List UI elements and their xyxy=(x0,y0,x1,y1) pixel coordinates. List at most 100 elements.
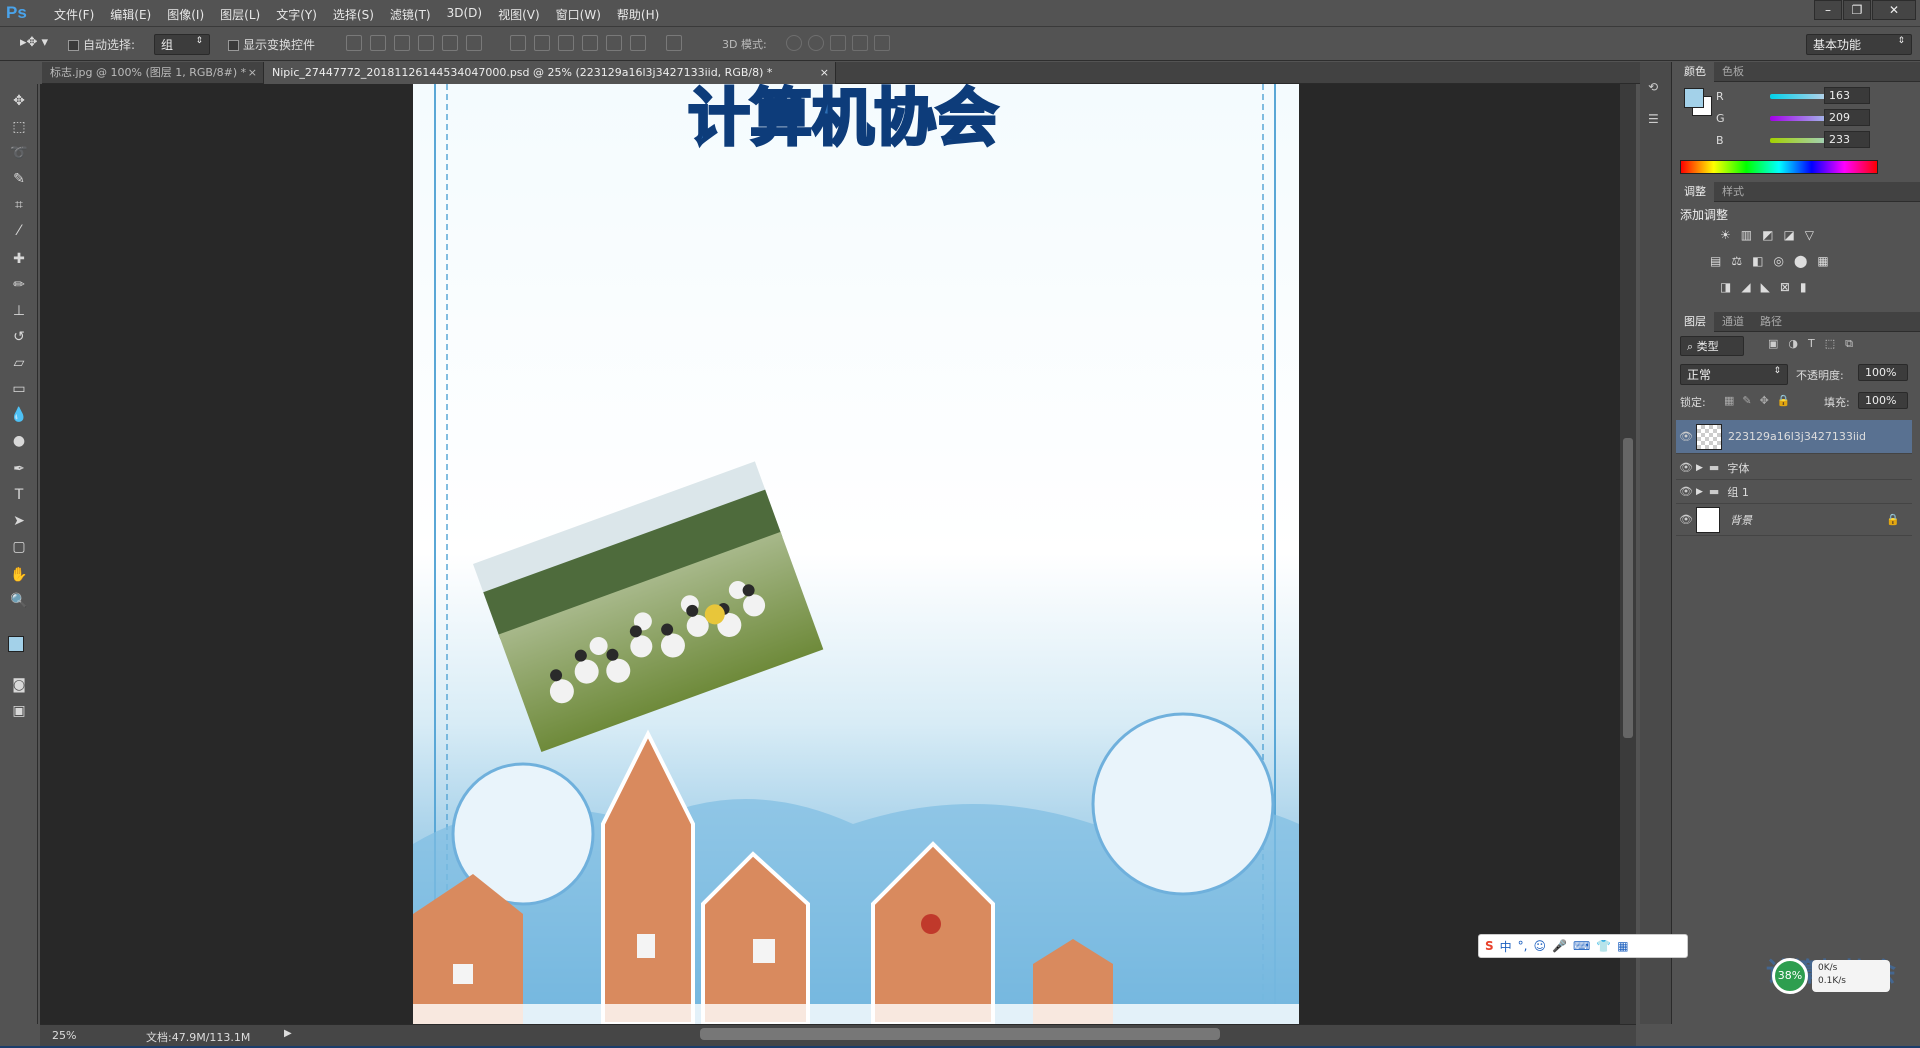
voice-icon[interactable]: 🎤 xyxy=(1552,939,1567,953)
visibility-eye-icon[interactable]: 👁 xyxy=(1676,513,1696,526)
blur-tool-icon[interactable]: 💧 xyxy=(7,404,31,426)
quick-mask-icon[interactable]: ◙ xyxy=(7,674,31,696)
gradient-tool-icon[interactable]: ▭ xyxy=(7,378,31,400)
blend-mode-dropdown[interactable]: 正常 ⇕ xyxy=(1680,364,1788,385)
memory-usage-badge[interactable]: 38% xyxy=(1772,958,1808,994)
toolbox-icon[interactable]: ▦ xyxy=(1617,939,1628,953)
brightness-icon[interactable]: ☀ xyxy=(1720,228,1731,242)
dodge-tool-icon[interactable]: ● xyxy=(7,430,31,452)
clone-stamp-tool-icon[interactable]: ⊥ xyxy=(7,300,31,322)
foreground-color-swatch[interactable] xyxy=(8,636,24,652)
menu-image[interactable]: 图像(I) xyxy=(159,6,212,23)
auto-select-dropdown[interactable]: 组 ⇕ xyxy=(154,34,210,55)
align-hcenter-icon[interactable] xyxy=(442,35,458,51)
type-filter-icon[interactable]: T xyxy=(1808,337,1815,351)
minimize-button[interactable]: – xyxy=(1814,0,1842,20)
eraser-tool-icon[interactable]: ▱ xyxy=(7,352,31,374)
tab-psd-document[interactable]: Nipic_27447772_20181126144534047000.psd … xyxy=(264,62,836,84)
crop-tool-icon[interactable]: ⌗ xyxy=(7,194,31,216)
eyedropper-tool-icon[interactable]: ⁄ xyxy=(7,220,31,242)
pen-tool-icon[interactable]: ✒ xyxy=(7,458,31,480)
lasso-tool-icon[interactable]: ➰ xyxy=(7,142,31,164)
marquee-tool-icon[interactable]: ⬚ xyxy=(7,116,31,138)
3d-slide-icon[interactable] xyxy=(852,35,868,51)
3d-scale-icon[interactable] xyxy=(874,35,890,51)
menu-edit[interactable]: 编辑(E) xyxy=(102,6,159,23)
horizontal-scroll-thumb[interactable] xyxy=(700,1028,1220,1040)
smart-filter-icon[interactable]: ⧉ xyxy=(1845,337,1853,351)
status-menu-arrow-icon[interactable]: ▶ xyxy=(284,1028,292,1039)
auto-select-checkbox[interactable] xyxy=(68,40,79,51)
show-transform-checkbox[interactable] xyxy=(228,40,239,51)
align-right-icon[interactable] xyxy=(466,35,482,51)
brush-tool-icon[interactable]: ✏ xyxy=(7,274,31,296)
g-value[interactable]: 209 xyxy=(1824,109,1870,126)
quick-select-tool-icon[interactable]: ✎ xyxy=(7,168,31,190)
menu-filter[interactable]: 滤镜(T) xyxy=(382,6,439,23)
align-top-icon[interactable] xyxy=(346,35,362,51)
ime-mode[interactable]: 中 xyxy=(1500,938,1512,955)
tab-channels[interactable]: 通道 xyxy=(1714,312,1752,332)
align-vcenter-icon[interactable] xyxy=(370,35,386,51)
tab-paths[interactable]: 路径 xyxy=(1752,312,1790,332)
layer-row[interactable]: 👁 ▶ ▬ 字体 xyxy=(1676,456,1912,480)
color-spectrum[interactable] xyxy=(1680,160,1878,174)
exposure-icon[interactable]: ◪ xyxy=(1783,228,1794,242)
fill-field[interactable]: 100% xyxy=(1858,392,1908,409)
gradient-map-icon[interactable]: ▮ xyxy=(1800,280,1807,294)
document-canvas[interactable]: 计算机协会 xyxy=(413,84,1299,1024)
3d-pan-icon[interactable] xyxy=(830,35,846,51)
move-tool-preset-icon[interactable]: ▸✥ ▾ xyxy=(20,35,48,50)
path-select-tool-icon[interactable]: ➤ xyxy=(7,510,31,532)
screen-mode-icon[interactable]: ▣ xyxy=(7,700,31,722)
color-balance-icon[interactable]: ⚖ xyxy=(1731,254,1742,268)
vertical-scroll-thumb[interactable] xyxy=(1623,438,1633,738)
distribute-bottom-icon[interactable] xyxy=(558,35,574,51)
type-tool-icon[interactable]: T xyxy=(7,484,31,506)
expand-arrow-icon[interactable]: ▶ xyxy=(1696,463,1703,473)
vertical-scrollbar[interactable] xyxy=(1620,84,1636,1024)
selective-color-icon[interactable]: ⊠ xyxy=(1780,280,1790,294)
distribute-left-icon[interactable] xyxy=(582,35,598,51)
auto-align-icon[interactable] xyxy=(666,35,682,51)
pixel-filter-icon[interactable]: ▣ xyxy=(1768,337,1778,351)
b-value[interactable]: 233 xyxy=(1824,131,1870,148)
lock-transparency-icon[interactable]: ▦ xyxy=(1724,394,1734,407)
move-tool-icon[interactable]: ✥ xyxy=(7,90,31,112)
3d-roll-icon[interactable] xyxy=(808,35,824,51)
menu-3d[interactable]: 3D(D) xyxy=(439,6,490,23)
layer-name[interactable]: 背景 xyxy=(1730,512,1752,528)
visibility-eye-icon[interactable]: 👁 xyxy=(1676,461,1696,474)
close-window-button[interactable]: ✕ xyxy=(1872,0,1916,20)
align-bottom-icon[interactable] xyxy=(394,35,410,51)
color-lookup-icon[interactable]: ▦ xyxy=(1817,254,1828,268)
tab-layers[interactable]: 图层 xyxy=(1676,311,1714,332)
threshold-icon[interactable]: ◣ xyxy=(1761,280,1770,294)
layer-name[interactable]: 223129a16l3j3427133iid xyxy=(1728,430,1866,443)
rectangle-tool-icon[interactable]: ▢ xyxy=(7,536,31,558)
tab-logo-jpg[interactable]: 标志.jpg @ 100% (图层 1, RGB/8#) * × xyxy=(42,62,264,84)
menu-type[interactable]: 文字(Y) xyxy=(268,6,325,23)
menu-window[interactable]: 窗口(W) xyxy=(548,6,609,23)
layer-name[interactable]: 字体 xyxy=(1727,460,1749,476)
restore-button[interactable]: ❐ xyxy=(1843,0,1871,20)
distribute-hcenter-icon[interactable] xyxy=(606,35,622,51)
tab-color[interactable]: 颜色 xyxy=(1676,61,1714,82)
visibility-eye-icon[interactable]: 👁 xyxy=(1676,485,1696,498)
menu-view[interactable]: 视图(V) xyxy=(490,6,548,23)
menu-help[interactable]: 帮助(H) xyxy=(609,6,667,23)
tab-adjustments[interactable]: 调整 xyxy=(1676,181,1714,202)
distribute-top-icon[interactable] xyxy=(510,35,526,51)
lock-position-icon[interactable]: ✥ xyxy=(1760,394,1769,407)
expand-arrow-icon[interactable]: ▶ xyxy=(1696,487,1703,497)
hue-sat-icon[interactable]: ▤ xyxy=(1710,254,1721,268)
distribute-right-icon[interactable] xyxy=(630,35,646,51)
lock-pixels-icon[interactable]: ✎ xyxy=(1742,394,1751,407)
emoji-icon[interactable]: ☺ xyxy=(1534,939,1547,953)
healing-brush-tool-icon[interactable]: ✚ xyxy=(7,248,31,270)
history-panel-icon[interactable]: ⟲ xyxy=(1648,80,1658,94)
properties-panel-icon[interactable]: ☰ xyxy=(1648,112,1659,126)
channel-mixer-icon[interactable]: ⬤ xyxy=(1794,254,1807,268)
layer-row[interactable]: 👁 背景 🔒 xyxy=(1676,504,1912,536)
photo-filter-icon[interactable]: ◎ xyxy=(1773,254,1783,268)
